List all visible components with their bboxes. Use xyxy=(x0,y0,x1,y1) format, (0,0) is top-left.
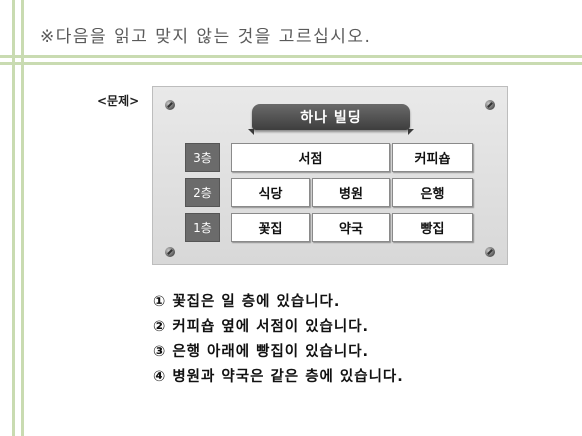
room-hospital: 병원 xyxy=(312,178,390,207)
floor-label-1: 1층 xyxy=(185,213,220,242)
option-4[interactable]: ④ 병원과 약국은 같은 층에 있습니다. xyxy=(153,365,404,390)
screw-icon xyxy=(485,247,495,257)
building-name-sign: 하나 빌딩 xyxy=(248,104,414,135)
screw-icon xyxy=(165,100,175,110)
option-1[interactable]: ① 꽃집은 일 층에 있습니다. xyxy=(153,290,404,315)
room-bookstore: 서점 xyxy=(231,143,390,172)
option-2[interactable]: ② 커피숍 옆에 서점이 있습니다. xyxy=(153,315,404,340)
room-flower-shop: 꽃집 xyxy=(231,213,310,242)
room-bakery: 빵집 xyxy=(392,213,473,242)
floor-label-2: 2층 xyxy=(185,178,220,207)
room-coffee-shop: 커피숍 xyxy=(392,143,473,172)
room-bank: 은행 xyxy=(392,178,473,207)
answer-options: ① 꽃집은 일 층에 있습니다. ② 커피숍 옆에 서점이 있습니다. ③ 은행… xyxy=(153,290,404,390)
problem-label: <문제> xyxy=(97,94,140,108)
building-board: 하나 빌딩 3층 서점 커피숍 2층 식당 병원 은행 1층 꽃집 약국 빵집 xyxy=(152,86,508,265)
screw-icon xyxy=(165,247,175,257)
frame-top-line xyxy=(0,55,582,58)
frame-left-line-outer xyxy=(12,0,15,436)
floor-label-3: 3층 xyxy=(185,143,220,172)
instruction-text: ※다음을 읽고 맞지 않는 것을 고르십시오. xyxy=(40,27,372,47)
frame-left-line-inner xyxy=(21,0,24,436)
frame-top-line-2 xyxy=(0,62,582,65)
option-3[interactable]: ③ 은행 아래에 빵집이 있습니다. xyxy=(153,340,404,365)
screw-icon xyxy=(485,100,495,110)
room-pharmacy: 약국 xyxy=(312,213,390,242)
room-restaurant: 식당 xyxy=(231,178,310,207)
